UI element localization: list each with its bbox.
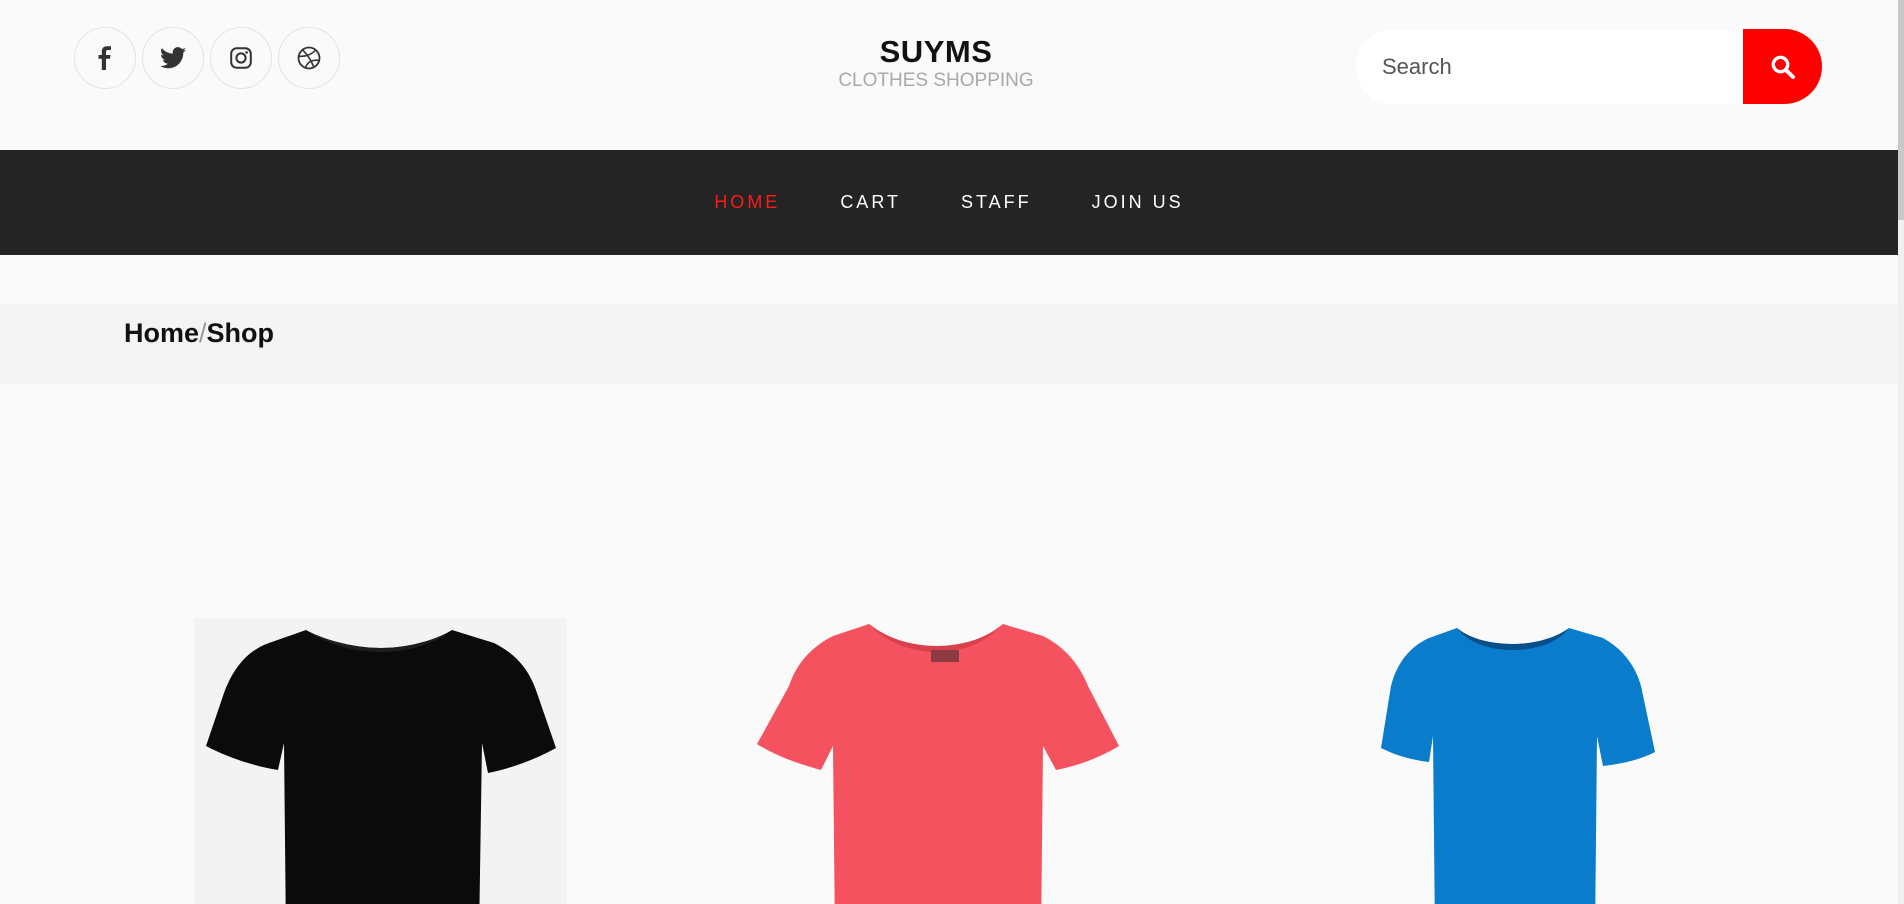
search-button[interactable] xyxy=(1743,29,1822,104)
facebook-icon xyxy=(98,46,111,70)
twitter-icon xyxy=(160,47,186,69)
breadcrumb-bar: Home/Shop xyxy=(0,304,1898,384)
red-tshirt-image xyxy=(757,624,1119,904)
nav-item-staff[interactable]: STAFF xyxy=(961,192,1032,213)
main-nav: HOME CART STAFF JOIN US xyxy=(0,150,1898,255)
nav-list: HOME CART STAFF JOIN US xyxy=(0,150,1898,255)
social-links xyxy=(74,27,340,89)
nav-item-join-us[interactable]: JOIN US xyxy=(1092,192,1184,213)
instagram-button[interactable] xyxy=(210,27,272,89)
brand-subtitle: CLOTHES SHOPPING xyxy=(838,70,1034,91)
blue-tshirt-image xyxy=(1381,628,1655,904)
product-grid xyxy=(0,600,1898,904)
black-tshirt-image xyxy=(206,630,556,904)
page-scrollbar[interactable] xyxy=(1898,0,1904,904)
scrollbar-thumb[interactable] xyxy=(1898,0,1904,220)
search-icon xyxy=(1771,55,1795,79)
search-input[interactable] xyxy=(1356,29,1748,104)
instagram-icon xyxy=(230,47,252,69)
brand-title: SUYMS xyxy=(879,34,993,69)
site-header: SUYMS CLOTHES SHOPPING xyxy=(0,0,1898,150)
twitter-button[interactable] xyxy=(142,27,204,89)
facebook-button[interactable] xyxy=(74,27,136,89)
product-card-black-tshirt[interactable] xyxy=(194,618,567,904)
product-card-red-tshirt[interactable] xyxy=(751,618,1124,904)
brand[interactable]: SUYMS CLOTHES SHOPPING xyxy=(836,34,1036,92)
breadcrumb: Home/Shop xyxy=(124,313,274,353)
breadcrumb-home[interactable]: Home xyxy=(124,318,199,348)
nav-item-home[interactable]: HOME xyxy=(714,192,780,213)
breadcrumb-current: Shop xyxy=(206,318,275,348)
nav-item-cart[interactable]: CART xyxy=(840,192,901,213)
product-card-blue-tshirt[interactable] xyxy=(1359,618,1732,904)
breadcrumb-separator: / xyxy=(199,318,207,348)
dribbble-icon xyxy=(297,46,321,70)
search-form xyxy=(1356,29,1822,104)
dribbble-button[interactable] xyxy=(278,27,340,89)
page: SUYMS CLOTHES SHOPPING HOME CART STAFF J… xyxy=(0,0,1904,904)
